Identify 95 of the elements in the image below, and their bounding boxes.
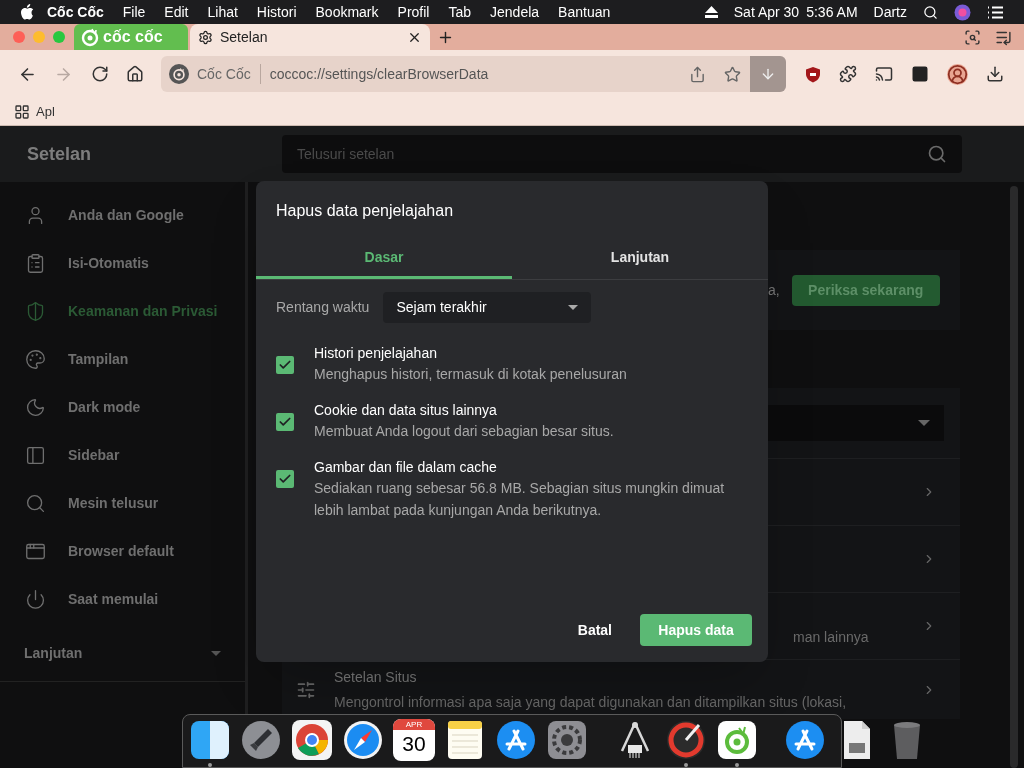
sidebar-item[interactable]: Browser default <box>0 527 245 575</box>
menu-item[interactable]: Histori <box>256 1 297 23</box>
app-name[interactable]: Cốc Cốc <box>47 1 104 23</box>
site-label: Cốc Cốc <box>197 64 251 84</box>
search-icon <box>927 144 947 164</box>
sidebar-item[interactable]: Tampilan <box>0 335 245 383</box>
card-text: a, <box>768 280 780 300</box>
shield-badge-icon[interactable] <box>805 65 821 83</box>
page-title: Setelan <box>26 142 93 166</box>
home-icon[interactable] <box>126 65 144 83</box>
leaf-logo-icon[interactable] <box>716 718 758 761</box>
sidebar-item[interactable]: Anda dan Google <box>0 191 245 239</box>
search-icon[interactable] <box>923 4 938 20</box>
menu-item[interactable]: Edit <box>164 1 189 23</box>
palette-icon <box>25 348 46 370</box>
menu-item[interactable]: Jendela <box>490 1 540 23</box>
logo-text: cốc cốc <box>103 29 163 45</box>
dialog-tab[interactable]: Lanjutan <box>512 239 768 279</box>
download-icon[interactable] <box>986 65 1004 83</box>
cancel-button[interactable]: Batal <box>577 619 612 641</box>
row-title: Setelan Situs <box>334 667 418 687</box>
download-arrow-icon <box>760 66 776 82</box>
panel-icon <box>25 444 46 466</box>
caret-icon <box>918 420 930 426</box>
apple-icon[interactable] <box>20 4 34 20</box>
calendar-day: 30 <box>402 729 426 758</box>
app-store-icon[interactable] <box>495 718 537 761</box>
gauge-icon[interactable] <box>665 718 707 761</box>
caret-icon <box>568 305 579 310</box>
sidebar-item[interactable]: Saat memulai <box>0 575 245 623</box>
url-text: coccoc://settings/clearBrowserData <box>269 64 489 84</box>
settings-icon <box>198 29 213 45</box>
sidebar-item[interactable]: Mesin telusur <box>0 479 245 527</box>
sidebar-item[interactable]: Sidebar <box>0 431 245 479</box>
apps-shortcut[interactable]: Apl <box>14 101 55 122</box>
star-icon[interactable] <box>724 65 741 83</box>
browser-tab[interactable]: Setelan <box>190 24 430 50</box>
tab-search-icon[interactable] <box>964 28 981 46</box>
dialog-tab[interactable]: Dasar <box>256 239 512 279</box>
sidebar-toggle-icon[interactable] <box>911 65 929 83</box>
grid-icon <box>14 103 30 120</box>
puzzle-icon[interactable] <box>839 65 857 83</box>
menu-date: Sat Apr 30 <box>733 2 800 22</box>
row-description: Mengontrol informasi apa saja yang dapat digunakan dan ditampilkan situs (lokasi, <box>334 692 847 712</box>
option-description: Menghapus histori, termasuk di kotak penelusuran <box>314 365 627 384</box>
scrollbar[interactable] <box>1010 186 1018 768</box>
app-store-icon[interactable] <box>784 718 826 761</box>
option-description: Sediakan ruang sebesar 56.8 MB. Sebagian situs mungkin dimuat lebih lambat pada kunjungan Anda berikutnya. <box>314 479 726 520</box>
search-icon <box>25 492 46 514</box>
check-icon <box>278 415 292 429</box>
calendar-icon[interactable]: APR 30 <box>393 718 435 761</box>
shield-icon <box>25 300 46 322</box>
gear-icon[interactable] <box>546 718 588 761</box>
clipboard-icon <box>25 252 46 274</box>
menu-item[interactable]: Bantuan <box>558 1 611 23</box>
option-title: Cookie dan data situs lainnya <box>314 401 498 420</box>
sidebar-item[interactable]: Dark mode <box>0 383 245 431</box>
eject-icon[interactable] <box>704 6 718 18</box>
advanced-section[interactable]: Lanjutan <box>0 626 245 682</box>
checkbox[interactable] <box>276 470 294 488</box>
moon-icon <box>25 396 46 418</box>
checkbox[interactable] <box>276 356 294 374</box>
sliders-icon <box>296 679 316 700</box>
checkbox[interactable] <box>276 413 294 431</box>
share-icon[interactable] <box>689 65 706 83</box>
tab-title: Setelan <box>220 27 268 47</box>
menu-item[interactable]: Profil <box>397 1 430 23</box>
option-description: Membuat Anda logout dari sebagian besar situs. <box>314 422 614 441</box>
menu-item[interactable]: File <box>122 1 146 23</box>
time-range-select[interactable]: Sejam terakhir <box>383 292 592 323</box>
sidebar-item[interactable]: Isi-Otomatis <box>0 239 245 287</box>
logo-icon <box>80 27 100 47</box>
cast-icon[interactable] <box>875 65 893 83</box>
reload-icon[interactable] <box>91 65 109 83</box>
caret-icon <box>211 651 221 656</box>
option-title: Gambar dan file dalam cache <box>314 458 498 477</box>
check-icon <box>278 472 292 486</box>
row-description: man lainnya <box>793 627 869 647</box>
logo-icon <box>172 67 186 81</box>
user-name[interactable]: Dartz <box>873 1 907 23</box>
list-icon[interactable] <box>987 5 1004 19</box>
address-bar[interactable]: Cốc Cốc coccoc://settings/clearBrowserData <box>161 56 786 92</box>
menu-item[interactable]: Lihat <box>207 1 238 23</box>
menu-time: 5:36 AM <box>806 2 858 22</box>
menu-item[interactable]: Tab <box>448 1 472 23</box>
menu-item[interactable]: Bookmark <box>315 1 379 23</box>
check-icon <box>278 358 292 372</box>
dialog-title: Hapus data penjelajahan <box>276 201 455 221</box>
power-icon <box>25 588 46 610</box>
time-range-label: Rentang waktu <box>276 298 370 317</box>
calendar-month: APR <box>393 718 435 730</box>
option-title: Histori penjelajahan <box>314 344 438 363</box>
compass-icon[interactable] <box>342 718 384 761</box>
profile-icon[interactable] <box>947 63 968 85</box>
orb-icon[interactable] <box>954 3 971 21</box>
